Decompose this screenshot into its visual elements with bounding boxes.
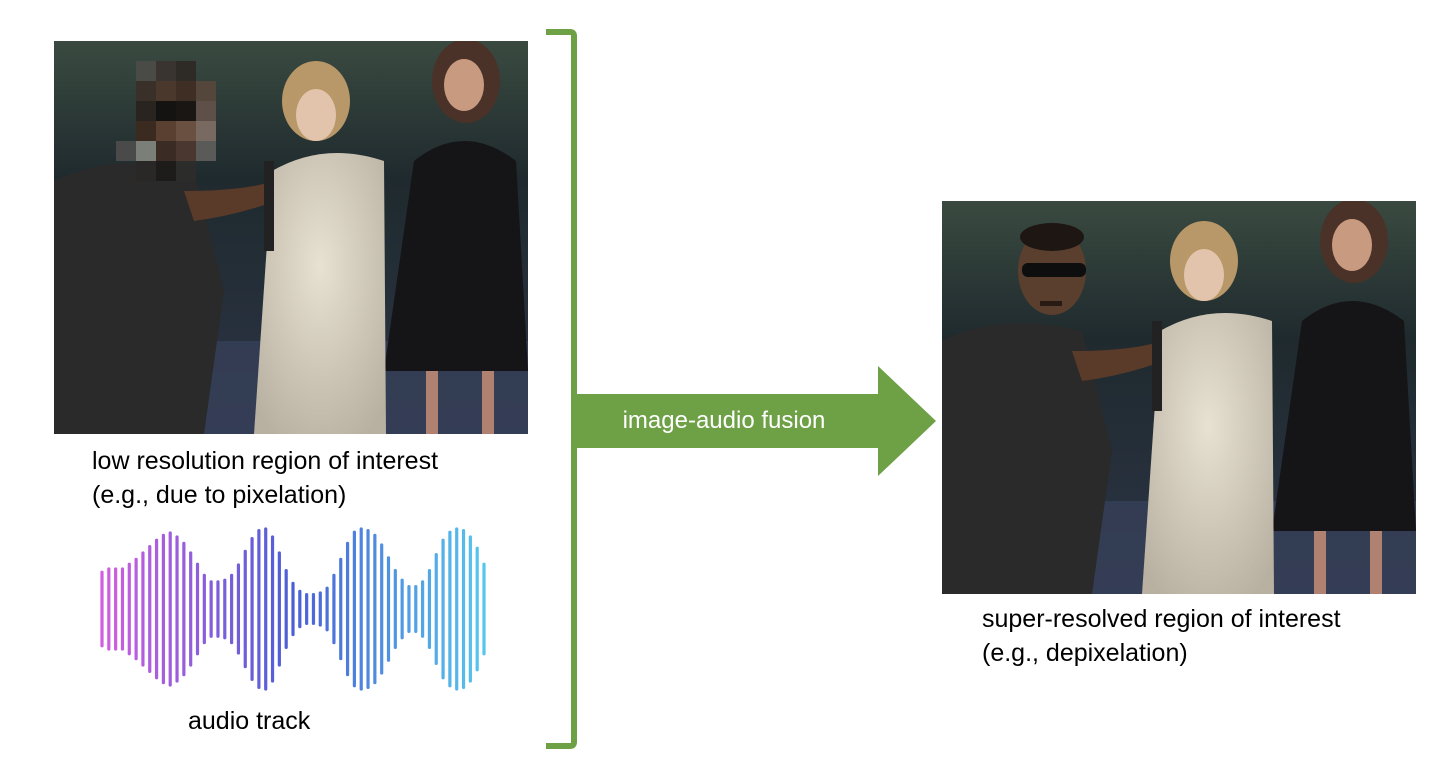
audio-waveform bbox=[100, 527, 486, 691]
left-caption-line2: (e.g., due to pixelation) bbox=[92, 481, 347, 509]
bracket-shape bbox=[546, 29, 577, 749]
sunglasses bbox=[1022, 263, 1086, 277]
left-caption: low resolution region of interest (e.g.,… bbox=[92, 444, 438, 512]
left-caption-line1: low resolution region of interest bbox=[92, 447, 439, 475]
right-caption-line2: (e.g., depixelation) bbox=[982, 639, 1188, 667]
super-resolved-image bbox=[942, 201, 1416, 594]
right-caption: super-resolved region of interest (e.g.,… bbox=[982, 602, 1341, 670]
low-resolution-image bbox=[54, 41, 528, 434]
right-caption-line1: super-resolved region of interest bbox=[982, 605, 1341, 633]
super-resolved-photo-graphic bbox=[942, 201, 1416, 594]
fusion-label: image-audio fusion bbox=[622, 407, 826, 434]
audio-track-label: audio track bbox=[188, 707, 311, 735]
low-resolution-photo-graphic bbox=[54, 41, 528, 434]
